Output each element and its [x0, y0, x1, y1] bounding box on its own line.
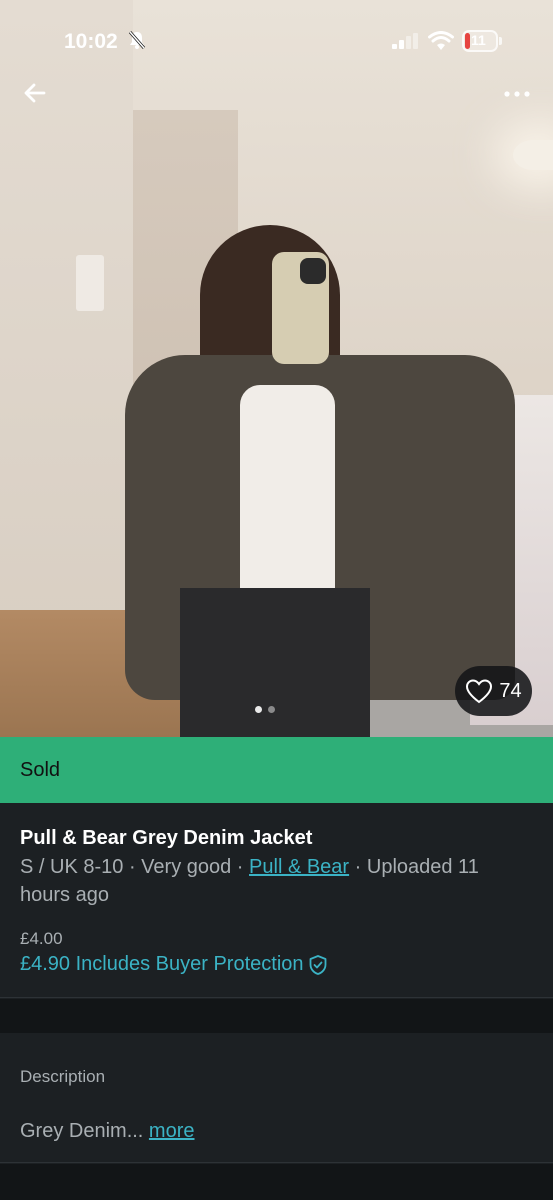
buyer-protection-link[interactable]: £4.90 Includes Buyer Protection	[20, 953, 328, 976]
description-label: Description	[20, 1067, 106, 1086]
cellular-signal-icon	[392, 33, 418, 49]
status-bar: 10:02 11	[0, 22, 553, 62]
item-details: Pull & Bear Grey Denim Jacket S / UK 8-1…	[0, 803, 553, 998]
description-body: Grey Denim...	[20, 1120, 149, 1142]
item-photo[interactable]	[0, 0, 553, 737]
photo-pagination	[255, 706, 275, 713]
section-divider	[0, 999, 553, 1033]
description-more-link[interactable]: more	[149, 1120, 195, 1142]
bottom-filler	[0, 1164, 553, 1200]
photo-phone-camera	[300, 258, 326, 284]
brand-link[interactable]: Pull & Bear	[249, 856, 349, 878]
heart-outline-icon	[466, 679, 493, 704]
item-meta: S / UK 8-10 · Very good · Pull & Bear · …	[20, 853, 520, 909]
pagination-dot[interactable]	[255, 706, 262, 713]
arrow-left-icon[interactable]	[20, 78, 50, 108]
shield-check-icon	[309, 954, 326, 975]
sold-banner: Sold	[0, 737, 553, 803]
photo-light-switch	[76, 255, 104, 311]
favourite-count: 74	[499, 679, 522, 702]
photo-jeans	[180, 588, 370, 737]
favourite-button[interactable]: 74	[455, 666, 532, 716]
pagination-dot[interactable]	[268, 706, 275, 713]
meta-separator: ·	[231, 856, 250, 878]
more-horizontal-icon[interactable]	[498, 82, 536, 106]
meta-separator: ·	[123, 856, 142, 878]
item-title: Pull & Bear Grey Denim Jacket	[20, 827, 313, 849]
wifi-icon	[428, 31, 454, 50]
item-price: £4.00	[20, 929, 63, 948]
item-condition: Very good	[141, 856, 232, 878]
item-size: S / UK 8-10	[20, 856, 124, 878]
photo-lamp	[513, 140, 553, 170]
description-text: Grey Denim... more	[20, 1120, 195, 1143]
status-time: 10:02	[64, 30, 118, 53]
bell-muted-icon	[128, 31, 146, 49]
description-section: Description Grey Denim... more	[0, 1033, 553, 1163]
battery-level: 11	[471, 32, 486, 48]
photo-shirt	[240, 385, 335, 595]
battery-fill	[465, 33, 470, 49]
meta-separator: ·	[349, 856, 367, 878]
sold-label: Sold	[20, 759, 61, 781]
battery-icon: 11	[462, 30, 502, 52]
total-price: £4.90 Includes Buyer Protection	[20, 953, 304, 975]
